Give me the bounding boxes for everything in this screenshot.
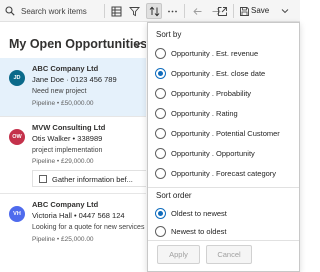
radio-button[interactable]	[155, 128, 166, 139]
chevron-down-icon[interactable]	[133, 41, 142, 48]
search-input[interactable]: Search work items	[21, 7, 87, 16]
contact-info: Jane Doe · 0123 456 789	[32, 75, 117, 84]
sort-option-label: Opportunity . Rating	[171, 109, 238, 118]
popout-icon	[217, 6, 227, 16]
filter-icon	[128, 6, 140, 16]
toolbar-divider	[104, 4, 105, 18]
radio-button[interactable]	[155, 68, 166, 79]
radio-button[interactable]	[155, 148, 166, 159]
save-button[interactable]: Save	[251, 6, 269, 15]
radio-button[interactable]	[155, 168, 166, 179]
search-box[interactable]: Search work items	[0, 1, 100, 21]
avatar: OW	[9, 129, 25, 145]
avatar: VH	[9, 206, 25, 222]
radio-button[interactable]	[155, 108, 166, 119]
list-item[interactable]: JD ABC Company Ltd Jane Doe · 0123 456 7…	[0, 58, 146, 116]
menu-divider	[148, 187, 299, 188]
radio-button[interactable]	[155, 88, 166, 99]
description: Looking for a quote for new services	[32, 224, 145, 231]
sort-option-label: Opportunity . Potential Customer	[171, 129, 280, 138]
search-icon	[5, 6, 15, 16]
task-item[interactable]: Gather information bef...	[32, 170, 146, 187]
pipeline-value: Pipeline • £50,000.00	[32, 100, 94, 107]
sort-option-est-close-date[interactable]: Opportunity . Est. close date	[148, 64, 299, 84]
sort-option-est-revenue[interactable]: Opportunity . Est. revenue	[148, 44, 299, 64]
sort-option-label: Opportunity . Probability	[171, 89, 252, 98]
sort-option-label: Opportunity . Forecast category	[171, 169, 277, 178]
avatar: JD	[9, 70, 25, 86]
account-name[interactable]: ABC Company Ltd	[32, 200, 98, 209]
pipeline-value: Pipeline • £29,000.00	[32, 158, 94, 165]
sort-order-oldest-to-newest[interactable]: Oldest to newest	[148, 204, 299, 224]
pipeline-value: Pipeline • £25,000.00	[32, 236, 94, 243]
contact-info: Victoria Hall • 0447 568 124	[32, 211, 125, 220]
grid-view-button[interactable]	[108, 3, 124, 19]
sort-order-heading: Sort order	[156, 191, 192, 200]
sort-order-label: Newest to oldest	[171, 227, 227, 236]
cancel-button[interactable]: Cancel	[206, 245, 252, 264]
chevron-down-icon[interactable]	[280, 4, 290, 18]
contact-info: Otis Walker • 338989	[32, 134, 103, 143]
account-name[interactable]: MVW Consulting Ltd	[32, 123, 105, 132]
list-item[interactable]: OW MVW Consulting Ltd Otis Walker • 3389…	[0, 117, 146, 189]
back-icon	[192, 7, 201, 15]
filter-button[interactable]	[126, 3, 142, 19]
sort-option-label: Opportunity . Est. close date	[171, 69, 266, 78]
toolbar: Search work items Save	[0, 0, 300, 22]
sort-option-potential-customer[interactable]: Opportunity . Potential Customer	[148, 124, 299, 144]
checkbox[interactable]	[39, 175, 47, 183]
sort-option-probability[interactable]: Opportunity . Probability	[148, 84, 299, 104]
menu-divider	[148, 240, 299, 241]
sort-option-opportunity[interactable]: Opportunity . Opportunity	[148, 144, 299, 164]
radio-button[interactable]	[155, 226, 166, 237]
description: Need new project	[32, 88, 87, 95]
save-icon	[239, 6, 249, 16]
account-name[interactable]: ABC Company Ltd	[32, 64, 98, 73]
sort-option-label: Opportunity . Opportunity	[171, 149, 255, 158]
grid-icon	[111, 6, 121, 16]
toolbar-divider	[184, 4, 185, 18]
sort-button[interactable]	[146, 3, 162, 19]
sort-by-heading: Sort by	[156, 30, 182, 39]
task-title: Gather information bef...	[52, 174, 133, 184]
back-button[interactable]	[189, 3, 205, 19]
sort-option-label: Opportunity . Est. revenue	[171, 49, 259, 58]
more-icon	[167, 10, 177, 12]
sort-icon	[149, 6, 159, 16]
apply-button[interactable]: Apply	[157, 245, 200, 264]
description: project implementation	[32, 147, 103, 154]
opportunity-list: My Open Opportunities JD ABC Company Ltd…	[0, 22, 146, 272]
radio-button[interactable]	[155, 48, 166, 59]
sort-menu: Sort by Opportunity . Est. revenue Oppor…	[147, 22, 300, 272]
sort-option-forecast-category[interactable]: Opportunity . Forecast category	[148, 164, 299, 184]
view-title[interactable]: My Open Opportunities	[9, 37, 146, 51]
popout-button[interactable]	[214, 3, 230, 19]
radio-button[interactable]	[155, 208, 166, 219]
list-item[interactable]: VH ABC Company Ltd Victoria Hall • 0447 …	[0, 194, 146, 272]
sort-order-newest-to-oldest[interactable]: Newest to oldest	[148, 222, 299, 242]
save-icon-button[interactable]	[236, 3, 252, 19]
sort-option-rating[interactable]: Opportunity . Rating	[148, 104, 299, 124]
sort-order-label: Oldest to newest	[171, 209, 227, 218]
more-button[interactable]	[164, 3, 180, 19]
toolbar-divider	[233, 4, 234, 18]
